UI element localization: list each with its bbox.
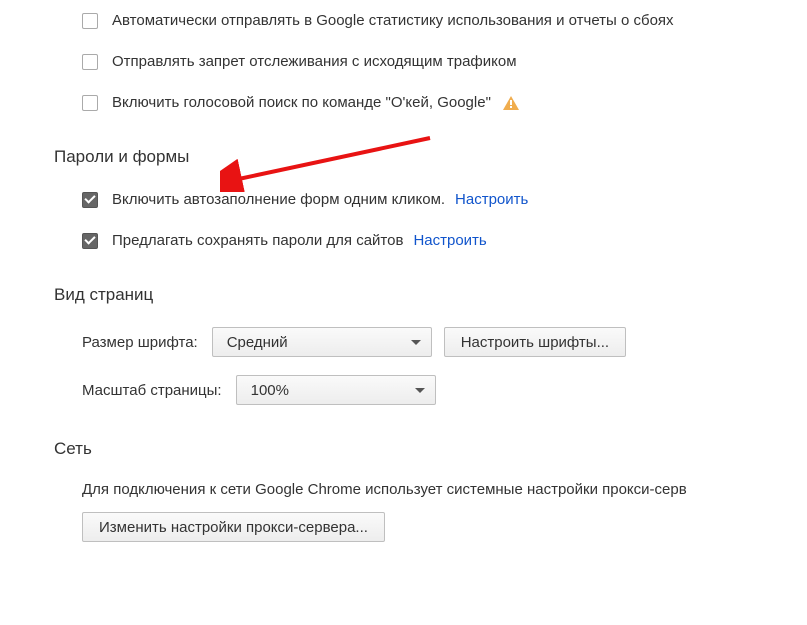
chevron-down-icon — [411, 340, 421, 345]
chevron-down-icon — [415, 388, 425, 393]
warning-icon — [503, 96, 519, 110]
checkbox-autofill[interactable] — [82, 192, 98, 208]
checkbox-do-not-track[interactable] — [82, 54, 98, 70]
checkbox-usage-stats[interactable] — [82, 13, 98, 29]
label-usage-stats: Автоматически отправлять в Google статис… — [112, 10, 674, 31]
dropdown-page-zoom[interactable]: 100% — [236, 375, 436, 405]
dropdown-font-size-value: Средний — [227, 334, 288, 351]
button-customize-fonts[interactable]: Настроить шрифты... — [444, 327, 626, 357]
link-passwords-settings[interactable]: Настроить — [413, 232, 486, 249]
network-description: Для подключения к сети Google Chrome исп… — [54, 481, 807, 498]
label-font-size: Размер шрифта: — [82, 334, 198, 351]
label-autofill: Включить автозаполнение форм одним клико… — [112, 189, 445, 210]
label-save-passwords: Предлагать сохранять пароли для сайтов — [112, 230, 403, 251]
link-autofill-settings[interactable]: Настроить — [455, 191, 528, 208]
section-network: Сеть — [54, 439, 807, 459]
label-voice-search: Включить голосовой поиск по команде "О'к… — [112, 92, 491, 113]
button-proxy-settings[interactable]: Изменить настройки прокси-сервера... — [82, 512, 385, 542]
label-do-not-track: Отправлять запрет отслеживания с исходящ… — [112, 51, 517, 72]
dropdown-font-size[interactable]: Средний — [212, 327, 432, 357]
section-appearance: Вид страниц — [54, 285, 807, 305]
checkbox-save-passwords[interactable] — [82, 233, 98, 249]
label-page-zoom: Масштаб страницы: — [82, 382, 222, 399]
section-passwords-forms: Пароли и формы — [54, 147, 807, 167]
checkbox-voice-search[interactable] — [82, 95, 98, 111]
dropdown-page-zoom-value: 100% — [251, 382, 289, 399]
